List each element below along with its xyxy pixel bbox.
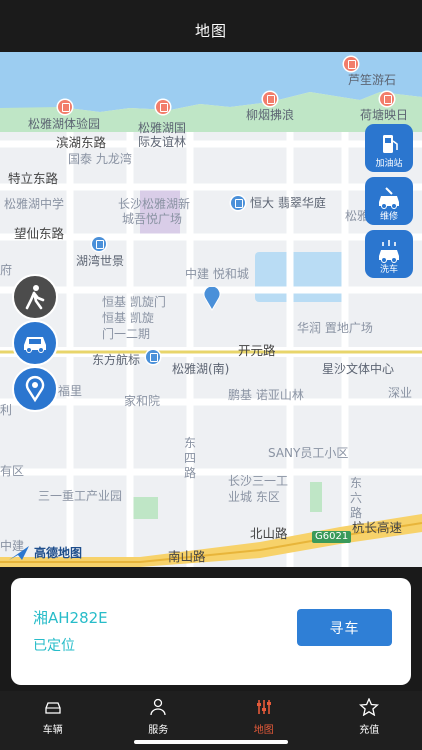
map-label: 东 xyxy=(350,476,363,490)
tab-label: 地图 xyxy=(253,725,274,736)
map-label: 国泰 九龙湾 xyxy=(68,152,132,166)
poi-marker-icon[interactable] xyxy=(58,100,72,114)
map-sliders-icon xyxy=(256,700,271,714)
map-label: 门一二期 xyxy=(102,327,151,341)
vehicle-info-card: 湘AH282E 已定位 寻车 xyxy=(11,578,411,685)
walk-mode-button[interactable] xyxy=(12,274,58,320)
location-status: 已定位 xyxy=(33,638,75,654)
map-label: 柳烟拂浪 xyxy=(246,108,295,122)
map-label: 福里 xyxy=(58,384,83,398)
poi-marker-icon[interactable] xyxy=(146,350,160,364)
map-label: 芦笙游石 xyxy=(348,73,397,87)
poi-marker-icon[interactable] xyxy=(380,92,394,106)
map-label: 三一重工产业园 xyxy=(38,489,123,503)
find-car-button[interactable]: 寻车 xyxy=(297,609,392,646)
location-pin-icon[interactable] xyxy=(203,287,221,311)
map-label: 府 xyxy=(0,263,13,277)
page-title: 地图 xyxy=(194,21,227,40)
navigation-bar: 地图 xyxy=(0,8,422,52)
map-label: 际友谊林 xyxy=(138,135,187,149)
map-label: 路 xyxy=(350,506,363,520)
repair-label: 维修 xyxy=(379,212,398,222)
repair-button[interactable]: 维修 xyxy=(365,177,413,225)
car-icon xyxy=(24,337,46,353)
poi-marker-icon[interactable] xyxy=(92,237,106,251)
location-pin-icon xyxy=(25,376,45,403)
repair-car-icon xyxy=(379,187,399,209)
map-label: 业城 东区 xyxy=(228,490,280,504)
map-label: 六 xyxy=(350,491,363,505)
map-label: 特立东路 xyxy=(8,171,59,186)
map-label: 松雅湖国 xyxy=(138,121,187,135)
locate-button[interactable] xyxy=(12,366,58,412)
map-label: 开元路 xyxy=(238,343,276,358)
car-wash-button[interactable]: 洗车 xyxy=(365,230,413,278)
navigation-arrow-icon xyxy=(9,545,29,560)
map-label: 中建 悦和城 xyxy=(185,267,249,281)
car-mode-button[interactable] xyxy=(12,320,58,366)
map-label: 恒基 凯旋门 xyxy=(102,295,166,309)
map-label: 北山路 xyxy=(250,526,288,541)
map-label: 恒基 凯旋 xyxy=(102,311,154,325)
person-icon xyxy=(150,698,166,716)
poi-marker-icon[interactable] xyxy=(344,57,358,71)
map-label: 南山路 xyxy=(168,549,206,564)
highway-shield: G6021 xyxy=(312,531,352,543)
map-label: 四 xyxy=(184,451,197,465)
fuel-icon xyxy=(383,135,398,153)
map-label: 长沙三一工 xyxy=(228,474,289,488)
star-icon xyxy=(359,698,380,716)
license-plate: 湘AH282E xyxy=(33,609,108,627)
tab-label: 车辆 xyxy=(42,725,63,736)
tab-vehicle[interactable]: 车辆 xyxy=(0,691,106,750)
map-label: 恒大 翡翠华庭 xyxy=(250,196,326,210)
map-label: 松雅湖(南) xyxy=(172,362,230,376)
map-label: 有区 xyxy=(0,464,25,478)
map-label: 松雅湖体验园 xyxy=(28,117,101,131)
amap-logo: 高德地图 xyxy=(8,544,82,561)
map-label: 湖湾世景 xyxy=(76,254,125,268)
map-label: 城吾悦广场 xyxy=(122,212,183,226)
home-indicator xyxy=(134,740,288,744)
map-label: 荷塘映日 xyxy=(360,108,409,122)
map-label: 华润 置地广场 xyxy=(297,321,373,335)
walking-person-icon xyxy=(25,285,45,310)
map-label: 路 xyxy=(184,466,197,480)
map-label: 家和院 xyxy=(124,394,161,408)
map-label: 望仙东路 xyxy=(14,226,65,241)
map-label: 深业 xyxy=(388,386,413,400)
gas-station-label: 加油站 xyxy=(375,159,403,169)
map-view[interactable]: 芦笙游石 松雅湖体验园 松雅湖国 际友谊林 柳烟拂浪 荷塘映日 滨湖东路 国泰 … xyxy=(0,52,422,567)
tab-recharge[interactable]: 充值 xyxy=(317,691,422,750)
poi-marker-icon[interactable] xyxy=(263,92,277,106)
amap-logo-text: 高德地图 xyxy=(34,546,83,560)
map-label: 松雅湖中学 xyxy=(4,197,65,211)
map-label: 星沙文体中心 xyxy=(322,362,395,376)
car-wash-label: 洗车 xyxy=(379,265,398,275)
tab-label: 服务 xyxy=(148,725,169,736)
map-label: 东方航标 xyxy=(92,353,141,367)
poi-marker-icon[interactable] xyxy=(156,100,170,114)
car-outline-icon xyxy=(45,702,61,714)
gas-station-button[interactable]: 加油站 xyxy=(365,124,413,172)
map-label: 滨湖东路 xyxy=(56,135,107,150)
status-bar xyxy=(0,0,422,8)
map-label: SANY员工小区 xyxy=(268,446,349,460)
map-label: 利 xyxy=(0,403,13,417)
map-label: 鹏基 诺亚山林 xyxy=(228,388,304,402)
map-label: 东 xyxy=(184,436,197,450)
car-wash-icon xyxy=(379,240,399,263)
poi-marker-icon[interactable] xyxy=(231,196,245,210)
map-label: 长沙松雅湖新 xyxy=(118,197,191,211)
map-label: 杭长高速 xyxy=(352,520,403,535)
tab-label: 充值 xyxy=(359,725,380,736)
